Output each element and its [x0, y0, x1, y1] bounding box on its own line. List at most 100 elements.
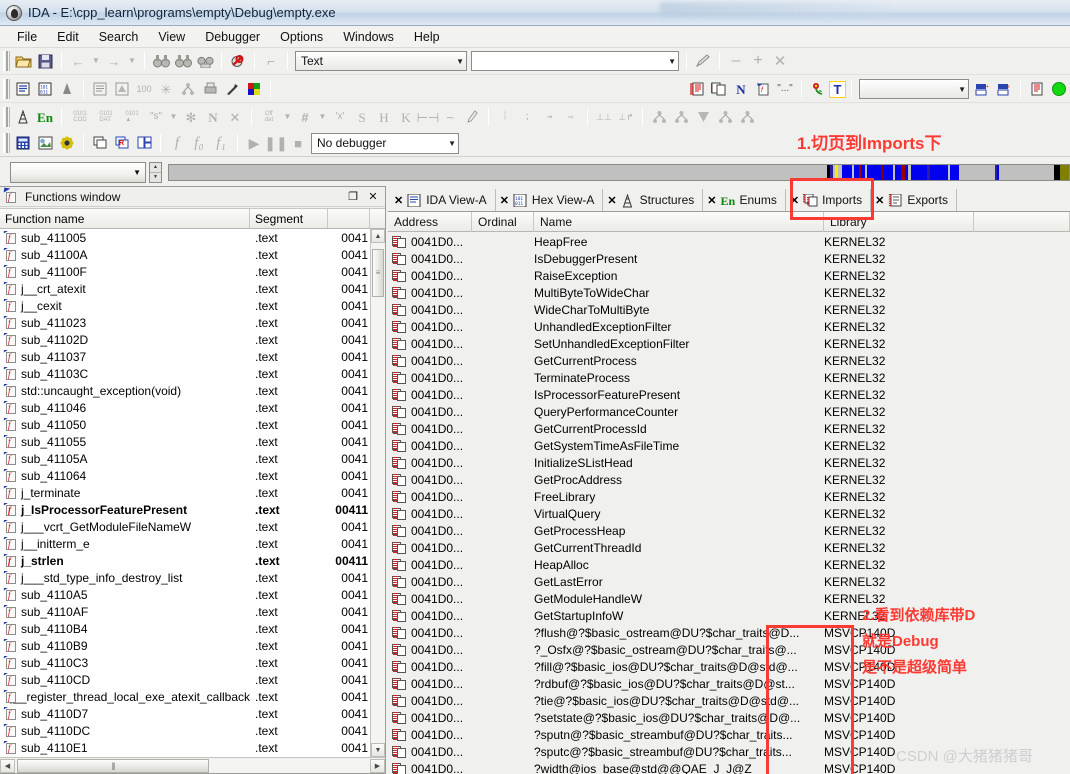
stack-variable-icon[interactable]: K: [395, 107, 417, 128]
column-header-name[interactable]: Name: [534, 211, 824, 232]
search-binary-icon[interactable]: [194, 51, 216, 72]
collapse-icon[interactable]: ⊥⊥: [593, 107, 615, 128]
make-string-dropdown-icon[interactable]: ▼: [167, 107, 180, 128]
table-row[interactable]: f sub_41100F .text 0041: [0, 263, 370, 280]
table-row[interactable]: f sub_411050 .text 0041: [0, 416, 370, 433]
table-row[interactable]: f j___std_type_info_destroy_list .text 0041: [0, 569, 370, 586]
table-row[interactable]: f j__register_thread_local_exe_atexit_cal…: [0, 688, 370, 705]
toolbar-grip[interactable]: [3, 79, 10, 99]
run-green-icon[interactable]: [1048, 79, 1070, 100]
manual-operand-icon[interactable]: ⊢⊣: [417, 107, 440, 128]
menu-item-file[interactable]: File: [8, 28, 46, 46]
make-data-icon[interactable]: 0101 DAT: [93, 107, 119, 128]
functions-scroll-track[interactable]: [371, 243, 385, 743]
table-row[interactable]: 0041D0... IsDebuggerPresent KERNEL32: [388, 250, 1070, 267]
color-palette-icon[interactable]: [243, 79, 265, 100]
tab-close-icon[interactable]: ✕: [790, 194, 799, 207]
table-row[interactable]: 0041D0... TerminateProcess KERNEL32: [388, 369, 1070, 386]
table-row[interactable]: 0041D0... ?_Osfx@?$basic_ostream@DU?$char…: [388, 641, 1070, 658]
structures-tower-icon[interactable]: [56, 79, 78, 100]
names-window-icon[interactable]: N: [730, 79, 752, 100]
tab-structures[interactable]: ✕ Structures: [603, 189, 704, 211]
tab-exports[interactable]: ✕ Exports: [871, 189, 957, 211]
column-header-function-name[interactable]: Function name: [0, 209, 250, 228]
table-row[interactable]: 0041D0... QueryPerformanceCounter KERNEL32: [388, 403, 1070, 420]
segments-tower-icon[interactable]: [12, 107, 34, 128]
menu-item-help[interactable]: Help: [405, 28, 449, 46]
graph-view-icon[interactable]: [111, 79, 133, 100]
make-code-icon[interactable]: 0101 COD: [67, 107, 93, 128]
table-row[interactable]: f j__initterm_e .text 0041: [0, 535, 370, 552]
toolbar-grip[interactable]: [3, 51, 10, 71]
offset-icon[interactable]: Off dat: [257, 107, 281, 128]
menu-item-edit[interactable]: Edit: [48, 28, 88, 46]
table-row[interactable]: 0041D0... ?fill@?$basic_ios@DU?$char_trai…: [388, 658, 1070, 675]
zoom-in-icon[interactable]: ▲: [150, 163, 161, 173]
add-breakpoint-icon[interactable]: +: [971, 79, 993, 100]
menu-item-debugger[interactable]: Debugger: [196, 28, 269, 46]
column-header-address[interactable]: [328, 209, 370, 228]
scroll-left-icon[interactable]: ◀: [0, 758, 15, 773]
append-line-icon[interactable]: ⇨: [560, 107, 582, 128]
make-struct-icon[interactable]: 0101 ▲: [119, 107, 145, 128]
hundred-percent-icon[interactable]: 100: [133, 79, 155, 100]
table-row[interactable]: f j__crt_atexit .text 0041: [0, 280, 370, 297]
menu-item-view[interactable]: View: [149, 28, 194, 46]
table-row[interactable]: 0041D0... ?tie@?$basic_ios@DU?$char_trait…: [388, 692, 1070, 709]
column-header-address[interactable]: Address: [388, 211, 472, 232]
table-row[interactable]: 0041D0... VirtualQuery KERNEL32: [388, 505, 1070, 522]
table-row[interactable]: f j_IsProcessorFeaturePresent .text 00411: [0, 501, 370, 518]
function-calls-graph-icon[interactable]: [714, 107, 736, 128]
menu-item-windows[interactable]: Windows: [334, 28, 403, 46]
search-text-combo[interactable]: ▼: [471, 51, 679, 71]
text-mode-icon[interactable]: T: [829, 80, 846, 98]
maximize-icon[interactable]: ❐: [345, 190, 361, 204]
reset-desktop-icon[interactable]: R: [111, 133, 133, 154]
table-row[interactable]: f sub_411023 .text 0041: [0, 314, 370, 331]
table-row[interactable]: 0041D0... GetLastError KERNEL32: [388, 573, 1070, 590]
table-row[interactable]: f sub_41103C .text 0041: [0, 365, 370, 382]
number-dropdown-icon[interactable]: ▼: [316, 107, 329, 128]
table-row[interactable]: f sub_4110AF .text 0041: [0, 603, 370, 620]
menu-item-search[interactable]: Search: [90, 28, 148, 46]
navigation-zoom-spinner[interactable]: ▲ ▼: [149, 161, 162, 183]
pause-icon[interactable]: ❚❚: [264, 133, 287, 154]
forward-arrow-icon[interactable]: →: [103, 51, 125, 72]
table-row[interactable]: f sub_411037 .text 0041: [0, 348, 370, 365]
enums-icon[interactable]: En: [34, 107, 56, 128]
function-end-icon[interactable]: f₁: [210, 133, 232, 154]
hex-view-icon[interactable]: 101 011: [34, 79, 56, 100]
table-row[interactable]: f j__cexit .text 0041: [0, 297, 370, 314]
table-row[interactable]: 0041D0... MultiByteToWideChar KERNEL32: [388, 284, 1070, 301]
set-signed-icon[interactable]: S: [351, 107, 373, 128]
table-row[interactable]: 0041D0... GetCurrentThreadId KERNEL32: [388, 539, 1070, 556]
comment-pencil-icon[interactable]: [461, 107, 483, 128]
xrefs-to-graph-icon[interactable]: [648, 107, 670, 128]
jump-combo[interactable]: ▼: [859, 79, 969, 99]
functions-hscroll-thumb[interactable]: [17, 758, 209, 773]
functions-list[interactable]: f sub_411005 .text 0041 f sub_41100A .text 0041…: [0, 229, 370, 757]
repeatable-comment-icon[interactable]: ⁞: [494, 107, 516, 128]
tab-close-icon[interactable]: ✕: [875, 194, 884, 207]
debugger-combo[interactable]: No debugger ▼: [311, 132, 459, 154]
functions-scroll-thumb[interactable]: [372, 249, 384, 297]
output-window-icon[interactable]: [1026, 79, 1048, 100]
menu-item-options[interactable]: Options: [271, 28, 332, 46]
tab-imports[interactable]: ✕ Imports: [785, 189, 872, 211]
table-row[interactable]: f sub_4110C3 .text 0041: [0, 654, 370, 671]
table-row[interactable]: 0041D0... ?setstate@?$basic_ios@DU?$char_…: [388, 709, 1070, 726]
imports-pair-icon[interactable]: [708, 79, 730, 100]
user-xref-chart-icon[interactable]: [692, 107, 714, 128]
hex-literal-icon[interactable]: 'x': [329, 107, 351, 128]
function-start-icon[interactable]: f₀: [188, 133, 210, 154]
table-row[interactable]: 0041D0... HeapAlloc KERNEL32: [388, 556, 1070, 573]
back-arrow-icon[interactable]: ←: [67, 51, 89, 72]
xrefs-from-graph-icon[interactable]: [670, 107, 692, 128]
tab-hex-view-a[interactable]: ✕ 101 011 Hex View-A: [496, 189, 604, 211]
table-row[interactable]: f sub_41105A .text 0041: [0, 450, 370, 467]
table-row[interactable]: 0041D0... UnhandledExceptionFilter KERNEL3…: [388, 318, 1070, 335]
tile-windows-icon[interactable]: [133, 133, 155, 154]
table-row[interactable]: 0041D0... SetUnhandledExceptionFilter KERN…: [388, 335, 1070, 352]
patch-program-icon[interactable]: [34, 133, 56, 154]
flower-plugin-icon[interactable]: [807, 79, 829, 100]
